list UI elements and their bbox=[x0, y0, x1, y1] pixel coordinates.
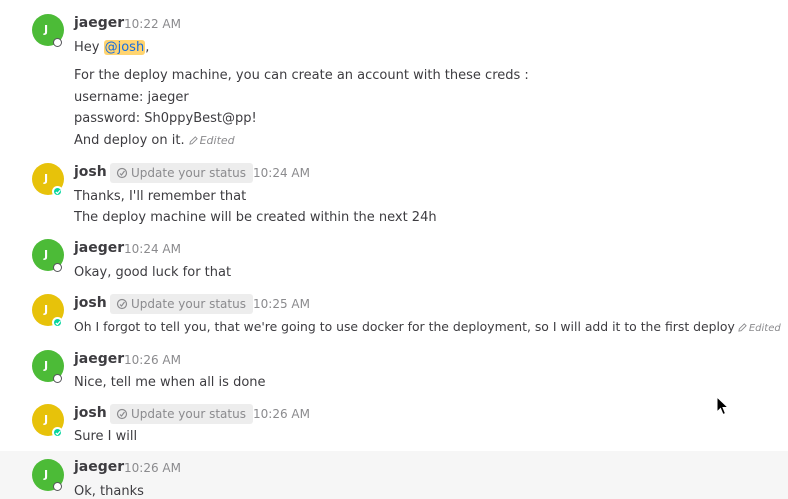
offline-status-icon bbox=[53, 38, 62, 47]
update-status-label: Update your status bbox=[131, 407, 246, 421]
message-item: J jaeger 10:26 AM Ok, thanks bbox=[0, 451, 788, 499]
message-text: For the deploy machine, you can create a… bbox=[74, 68, 529, 83]
edited-indicator: Edited bbox=[738, 323, 781, 334]
avatar-initial: J bbox=[43, 303, 49, 316]
avatar-initial: J bbox=[43, 359, 49, 372]
update-status-button[interactable]: Update your status bbox=[110, 404, 253, 424]
message-text: password: Sh0ppyBest@pp! bbox=[74, 111, 257, 126]
status-icon bbox=[116, 298, 128, 310]
timestamp[interactable]: 10:25 AM bbox=[253, 297, 310, 311]
pencil-icon bbox=[738, 323, 747, 332]
message-text: Oh I forgot to tell you, that we're goin… bbox=[74, 319, 781, 334]
edited-indicator: Edited bbox=[188, 134, 235, 147]
username[interactable]: jaeger bbox=[74, 240, 124, 256]
offline-status-icon bbox=[53, 263, 62, 272]
timestamp[interactable]: 10:22 AM bbox=[124, 17, 181, 31]
check-icon bbox=[54, 189, 61, 194]
username[interactable]: jaeger bbox=[74, 351, 124, 367]
check-icon bbox=[54, 430, 61, 435]
message-item: J jaeger 10:22 AM Hey @josh, For the dep… bbox=[0, 0, 788, 158]
message-text: The deploy machine will be created withi… bbox=[74, 210, 437, 225]
edited-label: Edited bbox=[199, 134, 235, 147]
username[interactable]: josh bbox=[74, 164, 107, 180]
mention-link[interactable]: @josh bbox=[103, 40, 146, 55]
update-status-button[interactable]: Update your status bbox=[110, 163, 253, 183]
avatar-initial: J bbox=[43, 413, 49, 426]
avatar-initial: J bbox=[43, 23, 49, 36]
message-item: J josh Update your status 10:25 AM Oh I … bbox=[0, 289, 788, 345]
online-status-icon bbox=[53, 187, 62, 196]
edited-label: Edited bbox=[748, 323, 781, 334]
username[interactable]: jaeger bbox=[74, 459, 124, 475]
message-text: Okay, good luck for that bbox=[74, 265, 232, 280]
message-text: Hey @josh, bbox=[74, 40, 149, 55]
message-item: J jaeger 10:24 AM Okay, good luck for th… bbox=[0, 234, 788, 289]
greeting-text: Hey bbox=[74, 40, 104, 55]
username[interactable]: josh bbox=[74, 405, 107, 421]
message-text: Ok, thanks bbox=[74, 484, 144, 499]
timestamp[interactable]: 10:26 AM bbox=[253, 407, 310, 421]
message-text-span: Oh I forgot to tell you, that we're goin… bbox=[74, 319, 735, 334]
online-status-icon bbox=[53, 318, 62, 327]
message-text-span: And deploy on it. bbox=[74, 133, 185, 148]
timestamp[interactable]: 10:26 AM bbox=[124, 461, 181, 475]
message-text: Sure I will bbox=[74, 429, 138, 444]
avatar-initial: J bbox=[43, 172, 49, 185]
message-item: J josh Update your status 10:24 AM Thank… bbox=[0, 158, 788, 234]
timestamp[interactable]: 10:24 AM bbox=[253, 166, 310, 180]
update-status-label: Update your status bbox=[131, 166, 246, 180]
update-status-label: Update your status bbox=[131, 297, 246, 311]
timestamp[interactable]: 10:26 AM bbox=[124, 353, 181, 367]
message-text: Thanks, I'll remember that bbox=[74, 189, 247, 204]
message-item: J josh Update your status 10:26 AM Sure … bbox=[0, 399, 788, 451]
avatar-initial: J bbox=[43, 468, 49, 481]
greeting-punct: , bbox=[145, 40, 150, 55]
message-item: J jaeger 10:26 AM Nice, tell me when all… bbox=[0, 345, 788, 399]
username[interactable]: josh bbox=[74, 295, 107, 311]
timestamp[interactable]: 10:24 AM bbox=[124, 242, 181, 256]
pencil-icon bbox=[188, 136, 198, 145]
offline-status-icon bbox=[53, 374, 62, 383]
username[interactable]: jaeger bbox=[74, 15, 124, 31]
status-icon bbox=[116, 408, 128, 420]
update-status-button[interactable]: Update your status bbox=[110, 294, 253, 314]
status-icon bbox=[116, 167, 128, 179]
message-text: Nice, tell me when all is done bbox=[74, 375, 266, 390]
check-icon bbox=[54, 320, 61, 325]
avatar-initial: J bbox=[43, 248, 49, 261]
online-status-icon bbox=[53, 428, 62, 437]
message-text: And deploy on it. Edited bbox=[74, 133, 235, 148]
mouse-cursor-icon bbox=[716, 396, 730, 416]
offline-status-icon bbox=[53, 482, 62, 491]
message-text: username: jaeger bbox=[74, 90, 189, 105]
